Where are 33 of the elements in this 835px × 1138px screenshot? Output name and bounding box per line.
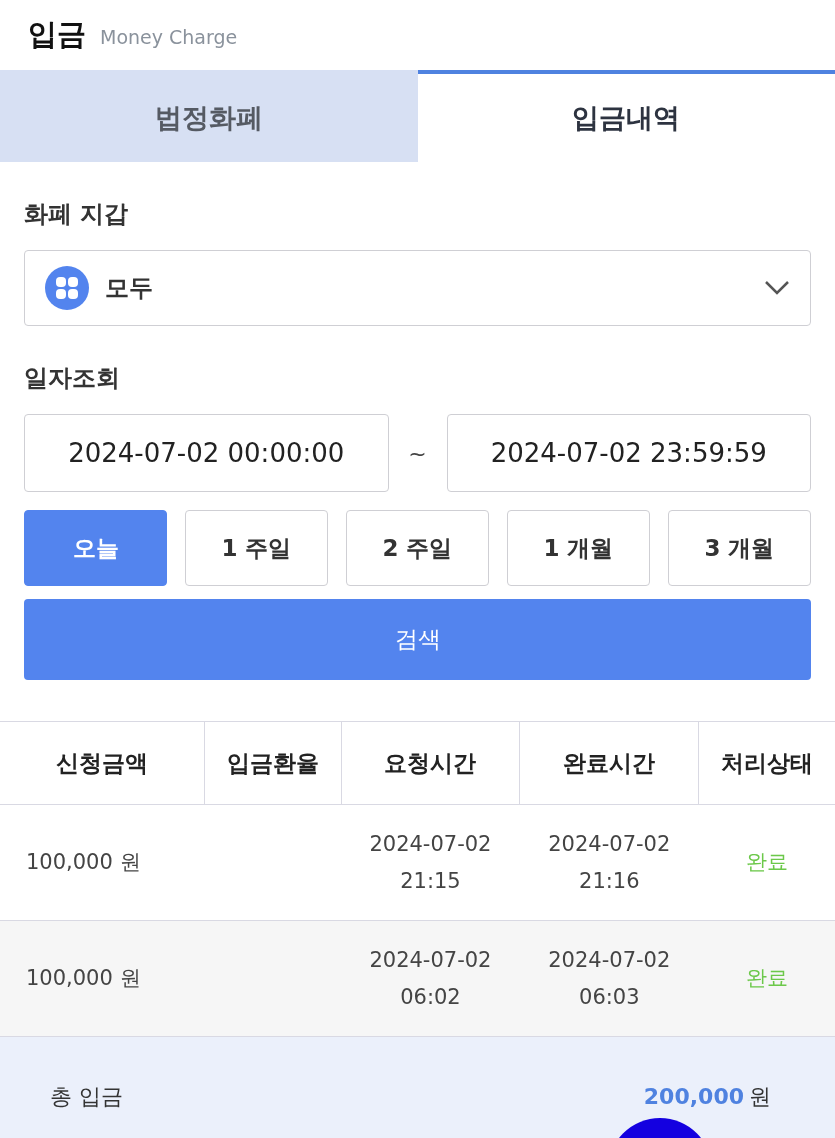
wallet-label: 화폐 지갑 <box>24 199 130 230</box>
column-header: 입금환율 <box>204 721 341 805</box>
page-title: 입금 <box>28 16 86 53</box>
complete-time-cell: 2024-07-02 06:03 <box>519 920 699 1037</box>
column-header: 처리상태 <box>698 721 835 805</box>
amount-cell: 100,000 원 <box>0 804 205 921</box>
column-header: 신청금액 <box>0 721 205 805</box>
date-query-label: 일자조회 <box>24 363 121 394</box>
wallet-select[interactable]: 모두 <box>24 250 811 326</box>
period-button[interactable]: 3 개월 <box>668 510 811 586</box>
period-button[interactable]: 1 개월 <box>507 510 650 586</box>
total-unit: 원 <box>749 1083 771 1111</box>
start-date-field[interactable]: 2024-07-02 00:00:00 <box>24 414 389 492</box>
grid-icon <box>45 266 89 310</box>
chevron-down-icon <box>764 280 790 296</box>
column-header: 요청시간 <box>341 721 520 805</box>
period-button[interactable]: 2 주일 <box>346 510 489 586</box>
column-header: 완료시간 <box>519 721 699 805</box>
request-time-cell: 2024-07-02 06:02 <box>341 920 520 1037</box>
tab[interactable]: 법정화폐 <box>0 70 418 162</box>
period-button[interactable]: 1 주일 <box>185 510 328 586</box>
period-button[interactable]: 오늘 <box>24 510 167 586</box>
status-cell: 완료 <box>698 804 835 921</box>
total-amount: 200,000 <box>643 1084 744 1109</box>
search-button[interactable]: 검색 <box>24 599 811 680</box>
end-date-field[interactable]: 2024-07-02 23:59:59 <box>446 414 811 492</box>
range-separator: ~ <box>407 440 428 466</box>
complete-time-cell: 2024-07-02 21:16 <box>519 804 699 921</box>
request-time-cell: 2024-07-02 21:15 <box>341 804 520 921</box>
total-label: 총 입금 <box>50 1083 123 1111</box>
amount-cell: 100,000 원 <box>0 920 205 1037</box>
page-subtitle: Money Charge <box>100 25 238 48</box>
status-cell: 완료 <box>698 920 835 1037</box>
